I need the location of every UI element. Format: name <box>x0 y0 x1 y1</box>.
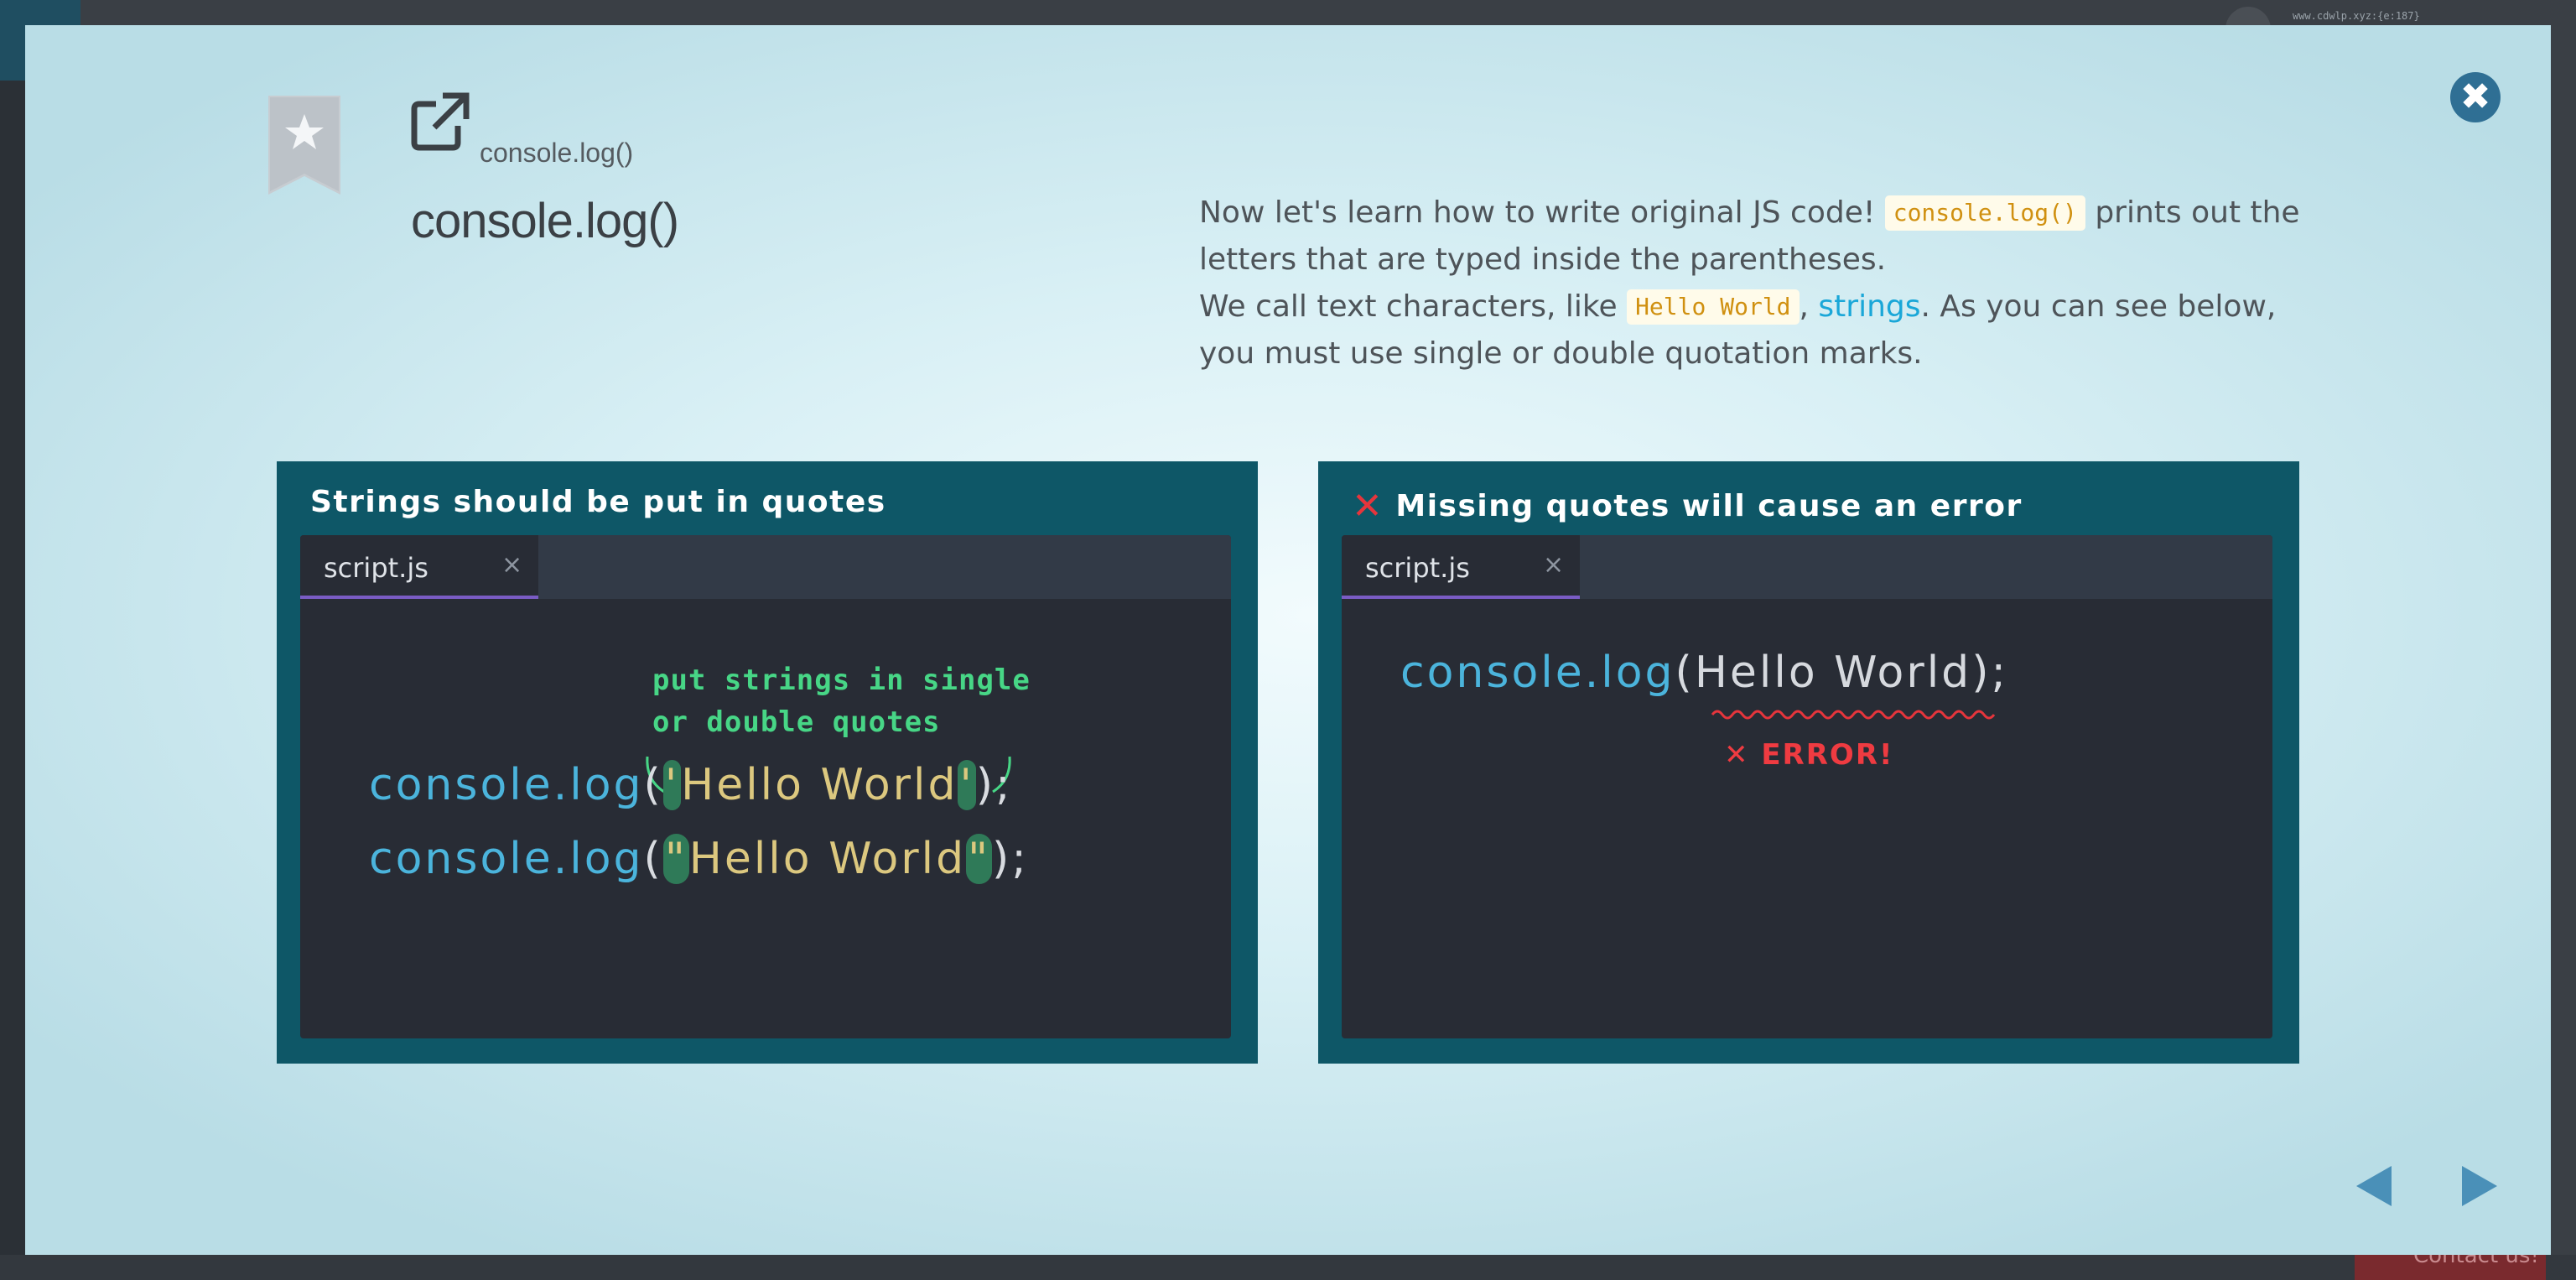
example-panel-correct: Strings should be put in quotes script.j… <box>277 461 1258 1064</box>
code-token: ); <box>975 760 1013 810</box>
lesson-modal: ✖ console.log() console.log() Now let's … <box>25 25 2551 1255</box>
code-token: ( <box>643 834 663 884</box>
arrow-right-icon[interactable] <box>2452 1163 2502 1210</box>
arrow-left-icon[interactable] <box>2351 1163 2402 1210</box>
tab-label: script.js <box>324 552 428 584</box>
example-panel-error: ✕ Missing quotes will cause an error scri… <box>1318 461 2299 1064</box>
tab-close-icon[interactable]: × <box>1543 550 1564 580</box>
error-squiggle <box>1711 710 1996 720</box>
code-line: console.log(Hello World); <box>1400 648 2008 698</box>
code-token: ( <box>643 760 663 810</box>
code-string: Hello World <box>688 834 967 884</box>
tab-label: script.js <box>1365 552 1470 584</box>
intro-text: Now let's learn how to write original JS… <box>1199 190 2314 377</box>
x-mark-icon: ✕ <box>1724 738 1762 772</box>
annotation-line: put strings in single <box>652 663 1031 697</box>
code-token: . <box>553 760 570 810</box>
term-link[interactable]: strings <box>1818 289 1920 324</box>
code-token: console <box>369 760 553 810</box>
code-token: log <box>569 834 644 884</box>
background-bottombar <box>0 1255 2576 1280</box>
code-token: console <box>369 834 553 884</box>
x-mark-icon: ✕ <box>1352 485 1384 528</box>
code-editor: script.js × console.log(Hello World); ✕ … <box>1342 535 2272 1038</box>
quote-highlight: " <box>966 834 993 884</box>
code-token: . <box>1584 648 1602 698</box>
panel-title-text: Missing quotes will cause an error <box>1395 489 2023 523</box>
background-topbar <box>0 0 2576 25</box>
annotation-line: or double quotes <box>652 705 941 739</box>
tab-close-icon[interactable]: × <box>501 550 522 580</box>
quote-highlight: ' <box>958 760 976 810</box>
intro-text-part: We call text characters, like <box>1199 289 1628 324</box>
code-token: ); <box>1971 648 2008 698</box>
page-title: console.log() <box>411 194 679 248</box>
bookmark-star-icon[interactable] <box>268 96 340 195</box>
code-token: ); <box>992 834 1029 884</box>
intro-text-part: Now let's learn how to write original JS… <box>1199 195 1885 230</box>
inline-code: Hello World <box>1627 289 1800 325</box>
external-link-icon[interactable] <box>411 92 470 151</box>
code-editor: script.js × put strings in single or dou… <box>300 535 1231 1038</box>
code-token: ( <box>1675 648 1695 698</box>
code-token: console <box>1400 648 1585 698</box>
code-string: Hello World <box>681 760 958 810</box>
error-label: ✕ ERROR! <box>1724 738 1894 772</box>
error-label-text: ERROR! <box>1761 738 1894 772</box>
editor-tabbar: script.js × <box>300 535 1231 599</box>
quote-highlight: ' <box>662 760 682 810</box>
editor-tabbar: script.js × <box>1342 535 2272 599</box>
quote-highlight: " <box>662 834 689 884</box>
panel-title: ✕ Missing quotes will cause an error <box>1352 485 2023 528</box>
code-token: . <box>553 834 570 884</box>
code-line: console.log('Hello World'); <box>369 760 1013 810</box>
editor-tab[interactable]: script.js × <box>1342 535 1580 599</box>
code-arg: Hello World <box>1694 648 1972 698</box>
inline-code: console.log() <box>1884 195 2085 231</box>
code-token: log <box>569 760 644 810</box>
editor-tab[interactable]: script.js × <box>300 535 538 599</box>
code-token: log <box>1601 648 1675 698</box>
code-line: console.log("Hello World"); <box>369 834 1029 884</box>
background-url: www.cdwlp.xyz:{e:187} <box>2293 10 2420 22</box>
background-scrollbar <box>2551 25 2576 1258</box>
intro-text-part: , <box>1799 289 1819 324</box>
annotation: put strings in single or double quotes <box>652 659 1031 743</box>
close-icon[interactable]: ✖ <box>2450 72 2501 122</box>
breadcrumb[interactable]: console.log() <box>480 138 633 169</box>
panel-title: Strings should be put in quotes <box>310 485 886 519</box>
